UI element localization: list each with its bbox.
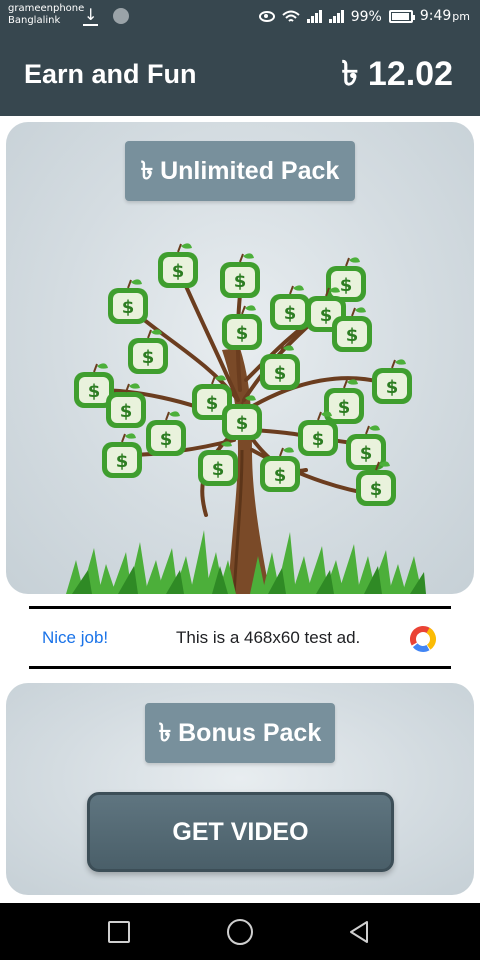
get-video-button[interactable]: GET VIDEO bbox=[87, 792, 394, 872]
carrier-2: Banglalink bbox=[8, 15, 61, 26]
circle-icon bbox=[113, 8, 129, 24]
money-tree-illustration: $ bbox=[6, 230, 474, 594]
bonus-pack-card: ৳ Bonus Pack GET VIDEO bbox=[6, 683, 474, 895]
battery-percent: 99% bbox=[350, 8, 382, 25]
carrier-labels: grameenphone Banglalink bbox=[8, 3, 84, 27]
battery-icon bbox=[388, 10, 415, 23]
clock: 9:49pm bbox=[420, 7, 470, 26]
app-title: Earn and Fun bbox=[24, 59, 197, 89]
ad-logo-icon bbox=[410, 626, 436, 652]
clock-time: 9:49 bbox=[419, 8, 452, 24]
app-bar: Earn and Fun ৳ 12.02 bbox=[0, 32, 480, 116]
recent-apps-icon[interactable] bbox=[108, 921, 130, 943]
ad-nice-job: Nice job! bbox=[42, 628, 109, 647]
status-bar: grameenphone Banglalink ↓ 99% 9:49pm bbox=[0, 0, 480, 32]
download-icon: ↓ bbox=[82, 5, 99, 26]
ad-banner[interactable]: Nice job! This is a 468x60 test ad. bbox=[29, 606, 451, 669]
balance-amount: ৳ 12.02 bbox=[341, 55, 453, 93]
signal-icon bbox=[328, 10, 344, 23]
carrier-1: grameenphone bbox=[8, 3, 85, 14]
signal-icon bbox=[306, 10, 322, 23]
unlimited-pack-button[interactable]: ৳ Unlimited Pack bbox=[125, 141, 355, 201]
eye-icon bbox=[258, 11, 275, 22]
navigation-bar bbox=[0, 903, 480, 960]
unlimited-pack-card: ৳ Unlimited Pack bbox=[6, 122, 474, 594]
bonus-pack-button[interactable]: ৳ Bonus Pack bbox=[145, 703, 335, 763]
back-icon[interactable] bbox=[346, 919, 372, 945]
wifi-icon bbox=[282, 10, 300, 22]
home-icon[interactable] bbox=[227, 919, 253, 945]
ad-text: This is a 468x60 test ad. bbox=[176, 628, 361, 647]
status-right: 99% 9:49pm bbox=[258, 7, 470, 26]
clock-suffix: pm bbox=[452, 10, 470, 23]
